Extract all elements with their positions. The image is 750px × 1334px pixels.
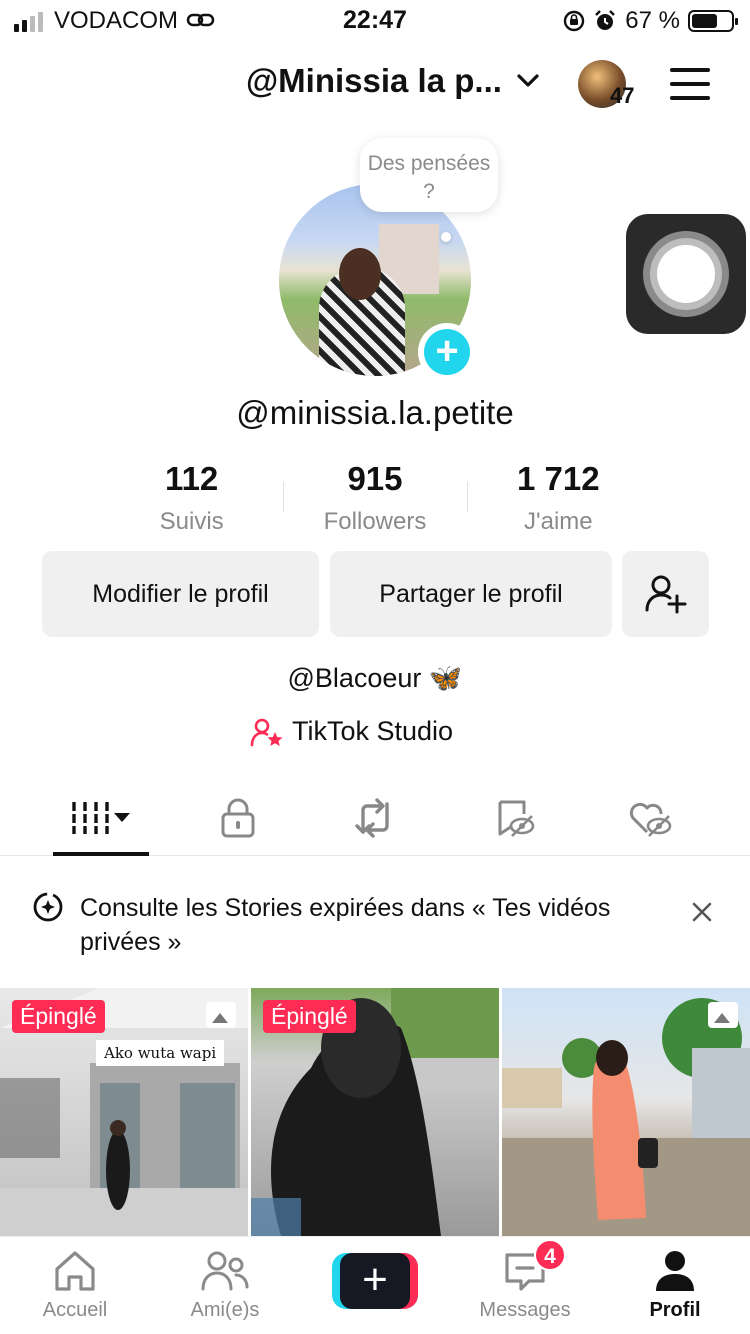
grid-icon bbox=[72, 802, 130, 834]
stat-value: 1 712 bbox=[517, 460, 600, 497]
plus-icon: + bbox=[424, 329, 470, 375]
grid-item[interactable] bbox=[502, 988, 750, 1236]
profile-stats: 112 Suivis 915 Followers 1 712 J'aime bbox=[100, 460, 650, 536]
tiktok-studio-link[interactable]: TikTok Studio bbox=[250, 716, 453, 747]
status-bar: VODACOM 22:47 67 % bbox=[0, 0, 750, 42]
link-icon bbox=[186, 13, 215, 27]
stat-label: Suivis bbox=[159, 508, 224, 535]
nav-home[interactable]: Accueil bbox=[15, 1249, 135, 1322]
carrier-name: VODACOM bbox=[54, 7, 179, 34]
friends-icon bbox=[201, 1251, 249, 1291]
avatar-count-badge: 47 bbox=[610, 83, 635, 108]
grid-item[interactable]: Épinglé Ako wuta wapi bbox=[0, 988, 248, 1236]
lock-icon bbox=[221, 798, 255, 838]
stat-followers[interactable]: 915 Followers bbox=[283, 460, 466, 536]
close-icon[interactable] bbox=[690, 900, 714, 924]
photo-icon bbox=[206, 1002, 236, 1028]
nav-profile[interactable]: Profil bbox=[615, 1249, 735, 1322]
tab-reposts[interactable] bbox=[325, 780, 425, 856]
creator-star-icon bbox=[250, 718, 283, 746]
create-button[interactable]: + bbox=[340, 1253, 410, 1309]
messages-badge: 4 bbox=[534, 1239, 566, 1271]
account-switcher[interactable]: @Minissia la p... bbox=[246, 62, 540, 100]
stat-likes[interactable]: 1 712 J'aime bbox=[466, 460, 650, 536]
nav-label: Ami(e)s bbox=[190, 1299, 260, 1321]
tab-saved[interactable] bbox=[465, 780, 565, 856]
stat-following[interactable]: 112 Suivis bbox=[100, 460, 283, 536]
studio-label: TikTok Studio bbox=[292, 716, 454, 746]
profile-bio: @Blacoeur 🦋 bbox=[287, 663, 463, 693]
home-icon bbox=[55, 1251, 95, 1291]
photo-icon bbox=[708, 1002, 738, 1028]
stat-value: 112 bbox=[165, 460, 219, 497]
nav-label: Messages bbox=[479, 1299, 571, 1321]
grid-item[interactable]: Épinglé bbox=[251, 988, 499, 1236]
add-user-icon bbox=[645, 575, 686, 614]
stories-banner[interactable]: Consulte les Stories expirées dans « Tes… bbox=[0, 857, 750, 987]
assistive-touch-button[interactable] bbox=[626, 214, 746, 334]
edit-profile-button[interactable]: Modifier le profil bbox=[42, 551, 319, 637]
video-grid: Épinglé Ako wuta wapi Épinglé bbox=[0, 988, 750, 1236]
signal-icon bbox=[14, 12, 43, 32]
thumbnail-caption: Ako wuta wapi bbox=[96, 1040, 225, 1066]
alarm-icon bbox=[595, 10, 616, 30]
bubble-tail bbox=[441, 232, 451, 242]
bottom-nav: Accueil Ami(e)s + Messages 4 Profil bbox=[0, 1236, 750, 1334]
nav-messages[interactable]: Messages bbox=[465, 1249, 585, 1322]
stat-value: 915 bbox=[347, 460, 403, 497]
nav-friends[interactable]: Ami(e)s bbox=[165, 1249, 285, 1322]
story-icon bbox=[33, 892, 63, 922]
stat-label: J'aime bbox=[524, 508, 593, 535]
rotation-lock-icon bbox=[564, 10, 585, 32]
pinned-badge: Épinglé bbox=[12, 1000, 105, 1033]
tab-private[interactable] bbox=[188, 780, 288, 856]
plus-icon: + bbox=[362, 1255, 388, 1304]
banner-text: Consulte les Stories expirées dans « Tes… bbox=[80, 894, 611, 956]
repost-icon bbox=[355, 798, 389, 838]
nav-label: Profil bbox=[649, 1299, 701, 1321]
tab-liked[interactable] bbox=[600, 780, 700, 856]
battery-percent: 67 % bbox=[625, 7, 680, 34]
account-name: @Minissia la p... bbox=[246, 62, 502, 99]
thought-bubble[interactable]: Des pensées ? bbox=[360, 138, 498, 212]
heart-hidden-icon bbox=[629, 802, 672, 837]
pinned-badge: Épinglé bbox=[263, 1000, 356, 1033]
profile-username: @minissia.la.petite bbox=[236, 394, 514, 431]
battery-icon bbox=[688, 10, 738, 32]
add-story-button[interactable]: + bbox=[418, 323, 476, 381]
bookmark-hidden-icon bbox=[498, 800, 535, 837]
chevron-down-icon bbox=[517, 74, 539, 87]
tab-videos[interactable] bbox=[51, 780, 151, 856]
profile-tabs bbox=[0, 780, 750, 856]
profile-icon bbox=[656, 1251, 694, 1291]
menu-button[interactable] bbox=[670, 68, 710, 100]
nav-label: Accueil bbox=[42, 1299, 108, 1321]
add-friend-button[interactable] bbox=[622, 551, 709, 637]
active-tab-indicator bbox=[53, 852, 149, 856]
share-profile-button[interactable]: Partager le profil bbox=[330, 551, 612, 637]
stat-label: Followers bbox=[323, 508, 427, 535]
